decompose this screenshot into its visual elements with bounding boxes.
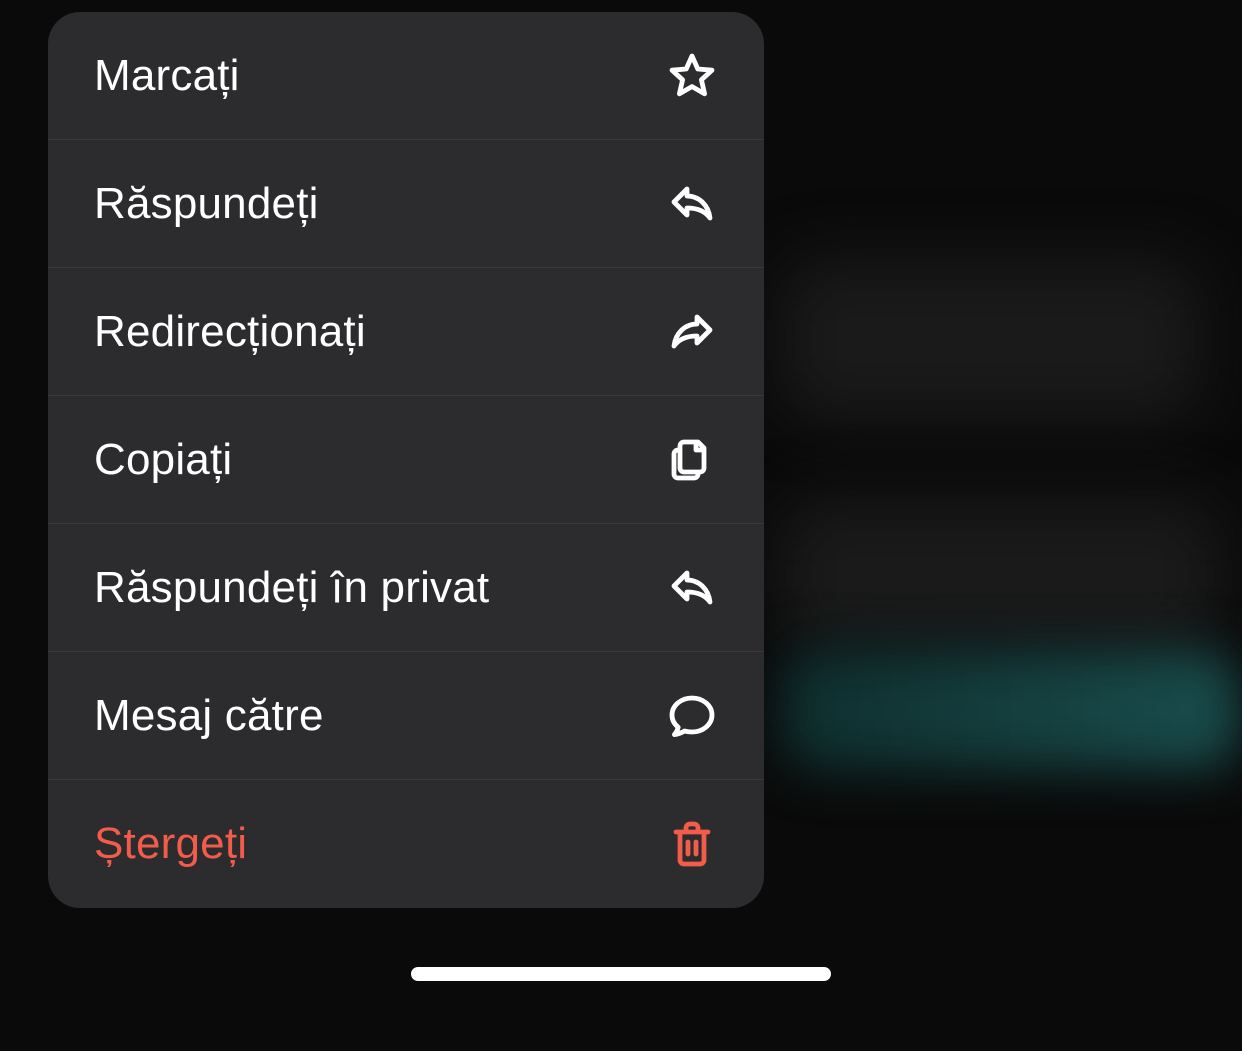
chat-icon	[666, 690, 718, 742]
menu-item-label: Redirecționați	[94, 307, 366, 357]
forward-icon	[666, 306, 718, 358]
menu-item-delete[interactable]: Ștergeți	[48, 780, 764, 908]
menu-item-reply[interactable]: Răspundeți	[48, 140, 764, 268]
menu-item-label: Marcați	[94, 51, 240, 101]
menu-item-reply-privately[interactable]: Răspundeți în privat	[48, 524, 764, 652]
reply-icon	[666, 178, 718, 230]
menu-item-copy[interactable]: Copiați	[48, 396, 764, 524]
menu-item-label: Răspundeți în privat	[94, 563, 489, 613]
message-context-menu: Marcați Răspundeți Redirecționați Copiaț…	[48, 12, 764, 908]
menu-item-label: Ștergeți	[94, 819, 247, 869]
menu-item-message-to[interactable]: Mesaj către	[48, 652, 764, 780]
home-indicator[interactable]	[411, 967, 831, 981]
copy-icon	[666, 434, 718, 486]
menu-item-label: Copiați	[94, 435, 232, 485]
blurred-message-bubble	[780, 260, 1200, 420]
menu-item-star[interactable]: Marcați	[48, 12, 764, 140]
menu-item-label: Răspundeți	[94, 179, 319, 229]
star-icon	[666, 50, 718, 102]
menu-item-label: Mesaj către	[94, 691, 324, 741]
blurred-message-bubble	[780, 650, 1240, 770]
reply-icon	[666, 562, 718, 614]
trash-icon	[666, 818, 718, 870]
menu-item-forward[interactable]: Redirecționați	[48, 268, 764, 396]
blurred-message-bubble	[780, 500, 1220, 650]
